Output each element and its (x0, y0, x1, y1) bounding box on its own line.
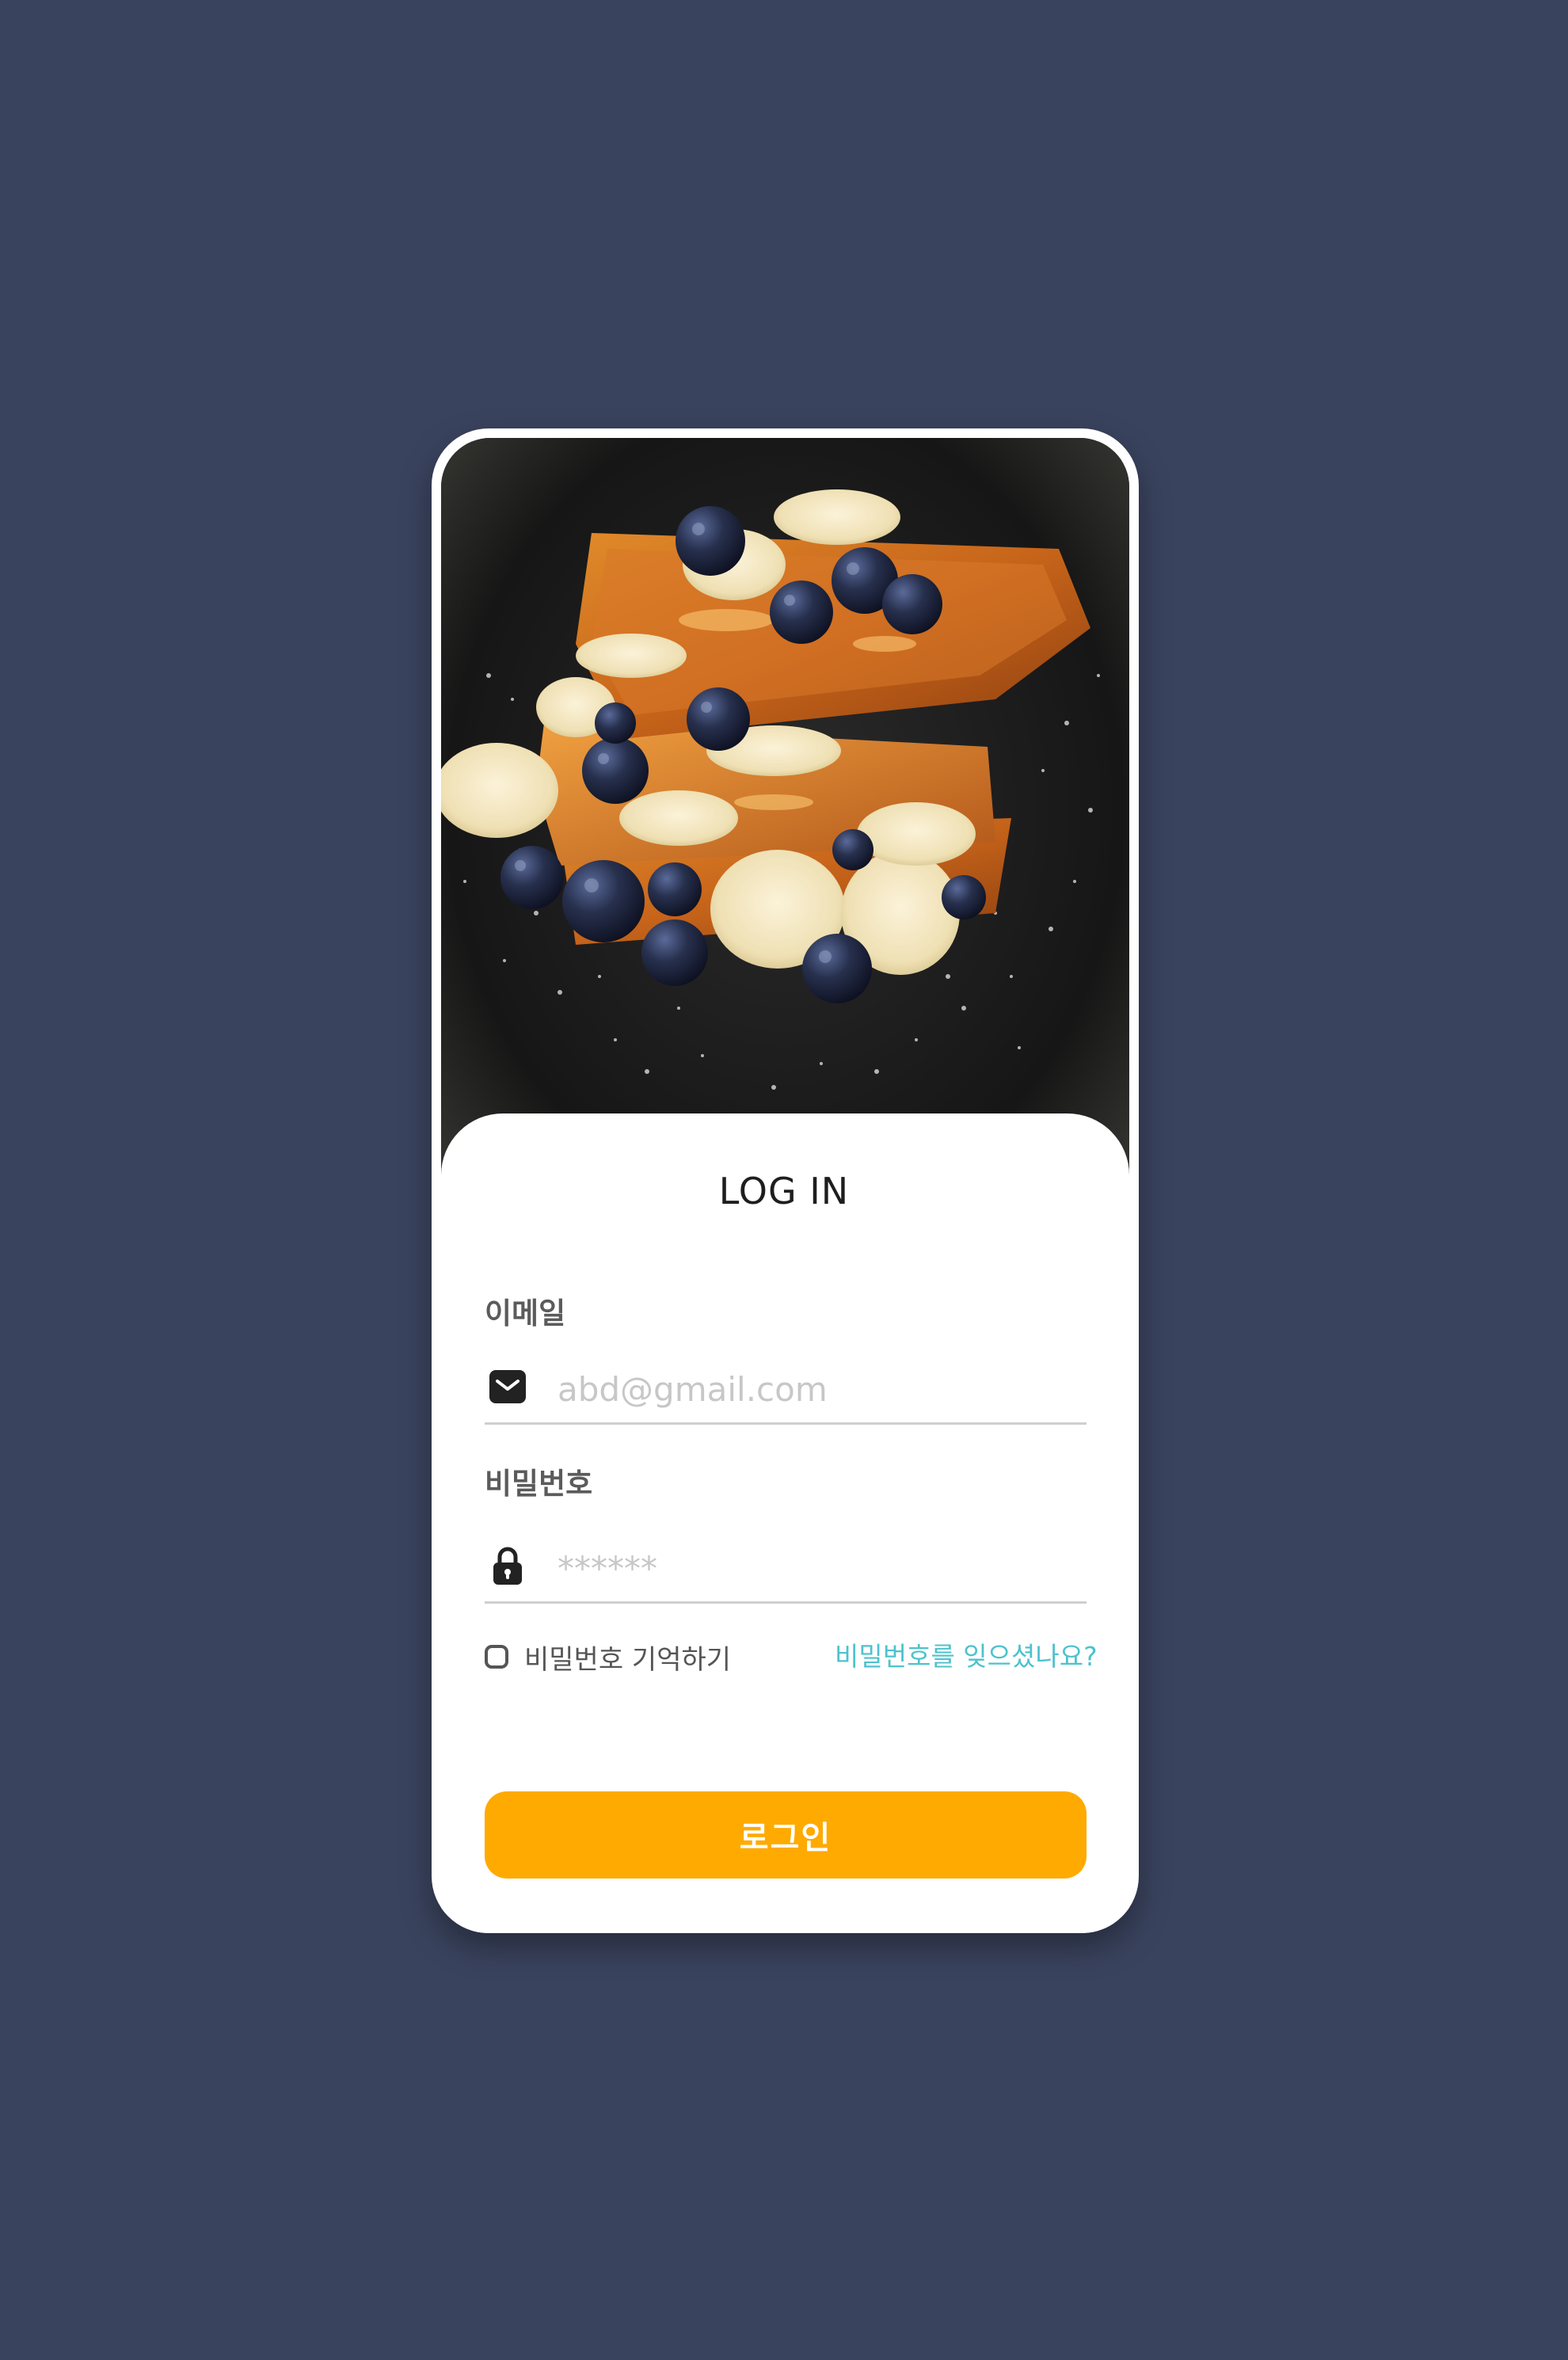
login-button[interactable]: 로그인 (485, 1791, 1087, 1878)
password-input[interactable] (558, 1546, 1080, 1590)
checkbox-box[interactable] (485, 1645, 508, 1669)
email-input[interactable] (558, 1367, 1080, 1411)
envelope-icon (488, 1367, 527, 1406)
password-label: 비밀번호 (485, 1467, 593, 1501)
remember-password-checkbox[interactable]: 비밀번호 기억하기 (485, 1637, 731, 1677)
password-field-row (485, 1540, 1087, 1604)
forgot-password-link[interactable]: 비밀번호를 잊으셨나요? (835, 1637, 1098, 1677)
email-label: 이메일 (485, 1296, 566, 1330)
page-title: LOG IN (718, 1170, 850, 1212)
lock-icon (488, 1546, 527, 1585)
email-field-row (485, 1361, 1087, 1425)
remember-password-label: 비밀번호 기억하기 (524, 1643, 732, 1676)
